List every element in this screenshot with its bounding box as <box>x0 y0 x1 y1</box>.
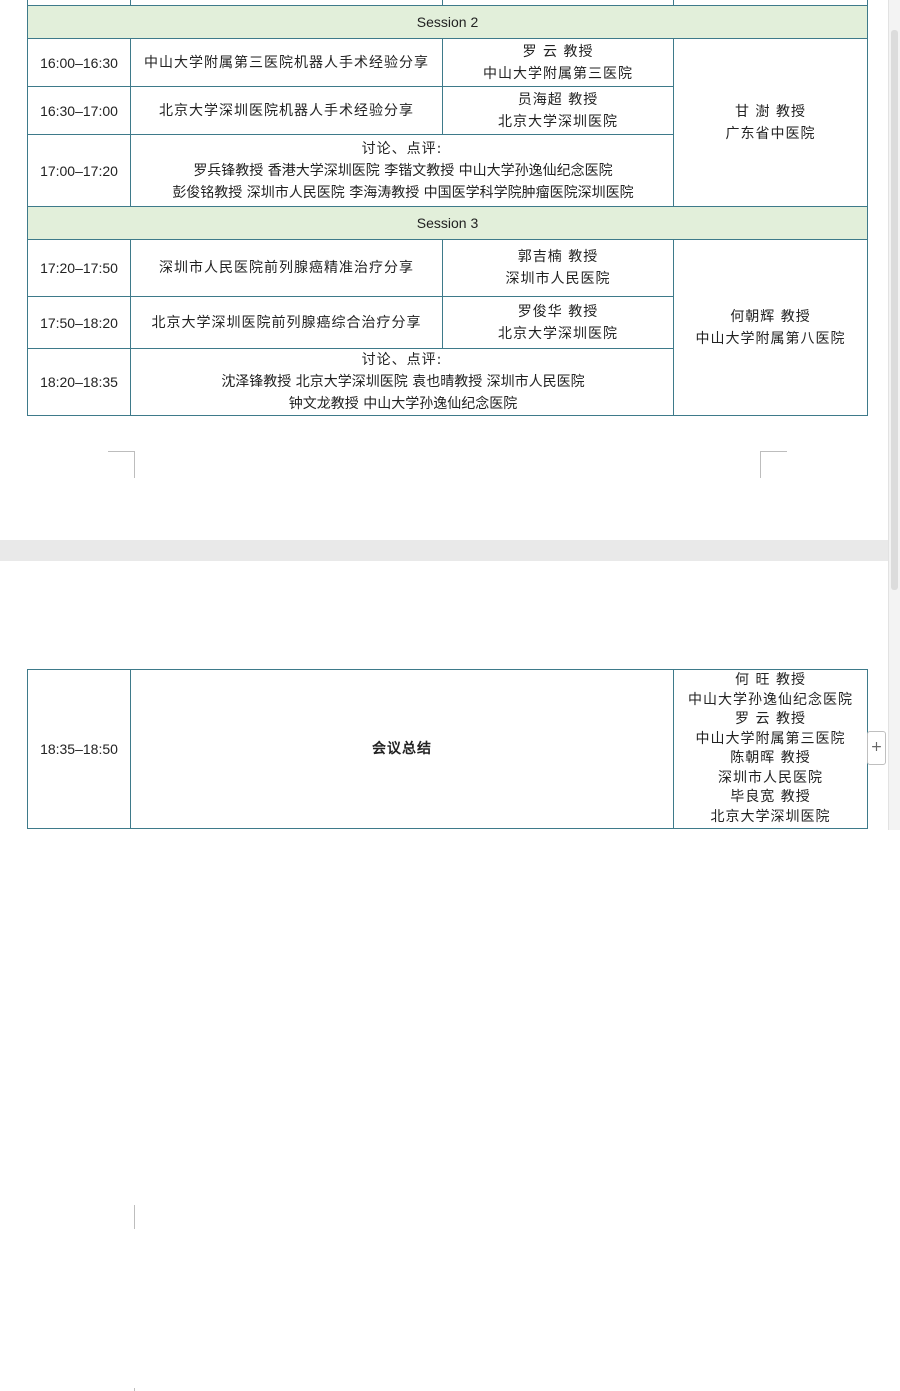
speaker-cell: 郭吉楠 教授 深圳市人民医院 <box>442 239 674 297</box>
talk-title: 北京大学深圳医院前列腺癌综合治疗分享 <box>130 296 443 349</box>
moderator-name: 何朝辉 教授 <box>730 308 811 325</box>
session-header: Session 2 <box>27 5 868 39</box>
discussion-line: 钟文龙教授 中山大学孙逸仙纪念医院 <box>288 396 518 412</box>
speaker-org: 深圳市人民医院 <box>505 271 611 287</box>
speaker-org: 北京大学深圳医院 <box>498 325 618 342</box>
speaker-name: 郭吉楠 教授 <box>517 249 599 265</box>
moderator-name: 甘 澍 教授 <box>735 103 806 120</box>
presenter-name: 毕良宽 教授 <box>730 789 811 805</box>
time-cell: 18:20–18:35 <box>27 348 131 416</box>
session-header: Session 3 <box>27 206 868 240</box>
talk-title: 北京大学深圳医院机器人手术经验分享 <box>130 86 443 135</box>
moderator-cell: 何朝辉 教授 中山大学附属第八医院 <box>673 239 868 416</box>
summary-title: 会议总结 <box>130 669 674 829</box>
table-row: 16:00–16:30 中山大学附属第三医院机器人手术经验分享 罗 云 教授 中… <box>27 38 868 207</box>
crop-mark <box>760 451 787 478</box>
vertical-scrollbar[interactable] <box>888 0 900 830</box>
speaker-cell: 罗俊华 教授 北京大学深圳医院 <box>442 296 674 349</box>
discussion-label: 讨论、点评: <box>361 352 443 368</box>
time-cell: 18:35–18:50 <box>27 669 131 829</box>
speaker-name: 员海超 教授 <box>517 91 599 108</box>
speaker-org: 中山大学附属第三医院 <box>483 65 633 82</box>
page-gap <box>0 540 888 561</box>
document-page-1: Session 2 16:00–16:30 中山大学附属第三医院机器人手术经验分… <box>0 0 888 540</box>
speaker-org: 北京大学深圳医院 <box>498 113 618 130</box>
discussion-label: 讨论、点评: <box>361 140 443 157</box>
moderator-org: 广东省中医院 <box>725 125 816 142</box>
presenter-name: 陈朝晖 教授 <box>730 750 811 766</box>
document-page-2: 18:35–18:50 会议总结 何 旺 教授 中山大学孙逸仙纪念医院 罗 云 … <box>0 561 888 1391</box>
summary-row: 18:35–18:50 会议总结 何 旺 教授 中山大学孙逸仙纪念医院 罗 云 … <box>27 669 868 829</box>
time-cell: 16:00–16:30 <box>27 38 131 87</box>
discussion-line: 彭俊铭教授 深圳市人民医院 李海涛教授 中国医学科学院肿瘤医院深圳医院 <box>172 184 634 201</box>
speaker-cell: 员海超 教授 北京大学深圳医院 <box>442 86 674 135</box>
discussion-line: 沈泽锋教授 北京大学深圳医院 袁也晴教授 深圳市人民医院 <box>221 374 585 390</box>
add-button[interactable]: + <box>867 731 886 765</box>
agenda-table-sessions: Session 2 16:00–16:30 中山大学附属第三医院机器人手术经验分… <box>27 0 868 416</box>
summary-presenters-cell: 何 旺 教授 中山大学孙逸仙纪念医院 罗 云 教授 中山大学附属第三医院 陈朝晖… <box>673 669 868 829</box>
time-cell: 17:20–17:50 <box>27 239 131 297</box>
presenter-org: 北京大学深圳医院 <box>710 808 831 825</box>
presenter-org: 深圳市人民医院 <box>718 769 823 786</box>
moderator-cell: 甘 澍 教授 广东省中医院 <box>673 38 868 207</box>
speaker-name: 罗 云 教授 <box>522 43 594 60</box>
moderator-org: 中山大学附属第八医院 <box>695 330 846 347</box>
table-row: 17:20–17:50 深圳市人民医院前列腺癌精准治疗分享 郭吉楠 教授 深圳市… <box>27 239 868 416</box>
session-header-row: Session 2 <box>27 5 868 39</box>
speaker-cell: 罗 云 教授 中山大学附属第三医院 <box>442 38 674 87</box>
presenter-org: 中山大学附属第三医院 <box>695 730 846 747</box>
speaker-name: 罗俊华 教授 <box>517 303 599 320</box>
presenter-name: 何 旺 教授 <box>735 672 806 688</box>
crop-mark <box>134 1205 135 1229</box>
crop-mark <box>108 451 135 478</box>
talk-title: 深圳市人民医院前列腺癌精准治疗分享 <box>130 239 443 297</box>
discussion-cell: 讨论、点评: 沈泽锋教授 北京大学深圳医院 袁也晴教授 深圳市人民医院 钟文龙教… <box>130 348 674 416</box>
time-cell: 17:00–17:20 <box>27 134 131 207</box>
time-cell: 16:30–17:00 <box>27 86 131 135</box>
time-cell: 17:50–18:20 <box>27 296 131 349</box>
scrollbar-thumb[interactable] <box>891 30 898 590</box>
discussion-cell: 讨论、点评: 罗兵锋教授 香港大学深圳医院 李锴文教授 中山大学孙逸仙纪念医院 … <box>130 134 674 207</box>
presenter-org: 中山大学孙逸仙纪念医院 <box>688 691 853 708</box>
agenda-table-summary: 18:35–18:50 会议总结 何 旺 教授 中山大学孙逸仙纪念医院 罗 云 … <box>27 669 868 829</box>
talk-title: 中山大学附属第三医院机器人手术经验分享 <box>130 38 443 87</box>
session-header-row: Session 3 <box>27 206 868 240</box>
presenter-name: 罗 云 教授 <box>735 711 806 727</box>
discussion-line: 罗兵锋教授 香港大学深圳医院 李锴文教授 中山大学孙逸仙纪念医院 <box>193 162 613 179</box>
